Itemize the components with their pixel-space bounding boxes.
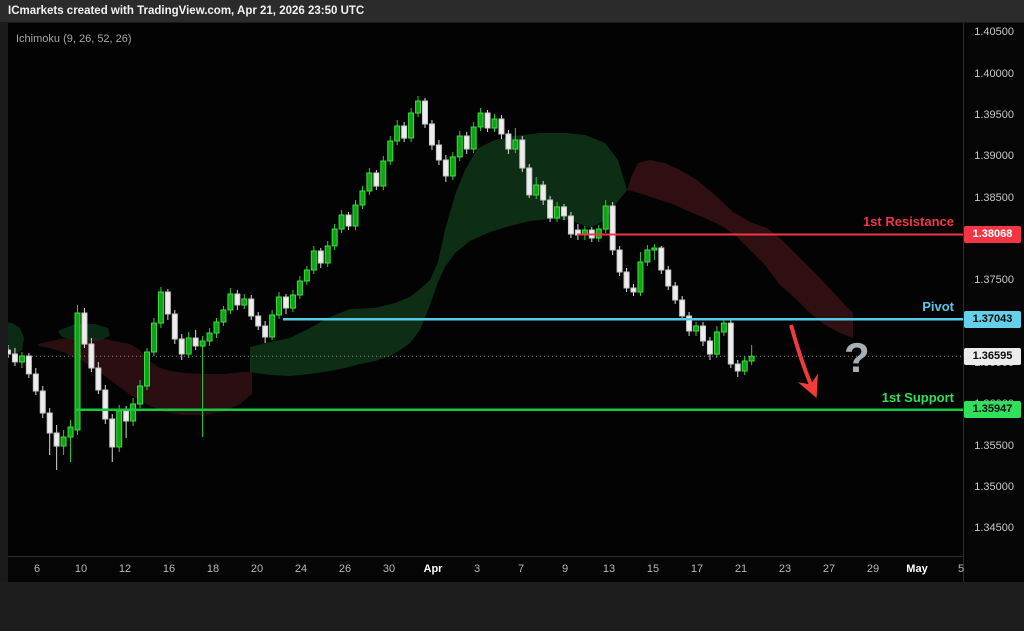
resistance-label[interactable]: 1st Resistance bbox=[863, 214, 954, 229]
chart-window: ICmarkets created with TradingView.com, … bbox=[0, 0, 1024, 631]
resistance-price-badge: 1.38068 bbox=[964, 226, 1021, 243]
support-price-badge: 1.35947 bbox=[964, 401, 1021, 418]
footer-bar: TradingView bbox=[0, 582, 1024, 631]
candlestick-chart[interactable] bbox=[0, 0, 1024, 631]
indicator-label[interactable]: Ichimoku (9, 26, 52, 26) bbox=[16, 33, 132, 45]
pivot-label[interactable]: Pivot bbox=[922, 299, 954, 314]
pivot-price-badge: 1.37043 bbox=[964, 311, 1021, 328]
last-price-badge: 1.36595 bbox=[964, 348, 1021, 365]
question-mark-annotation: ? bbox=[844, 334, 870, 382]
support-label[interactable]: 1st Support bbox=[882, 390, 954, 405]
